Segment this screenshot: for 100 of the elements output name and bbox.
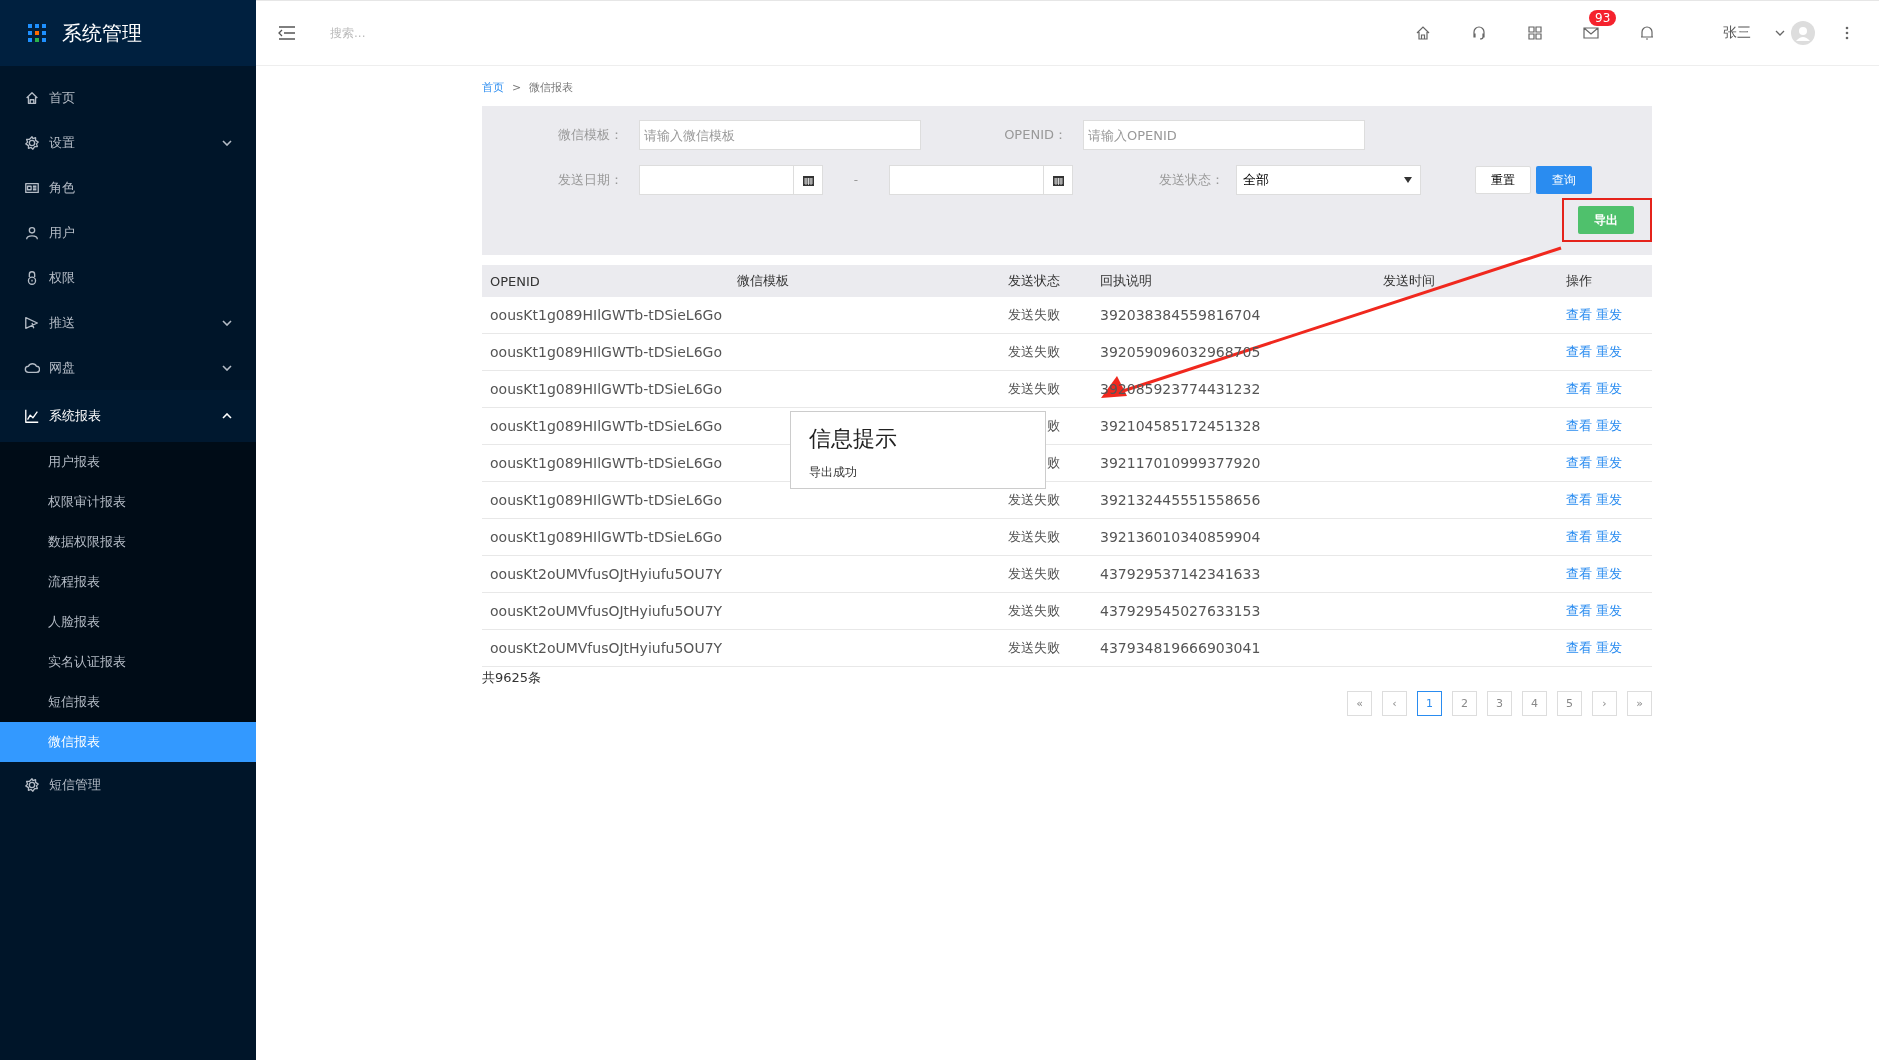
submenu-item[interactable]: 用户报表 xyxy=(0,442,256,482)
grid-icon[interactable] xyxy=(1527,25,1543,41)
table-cell-text: 败 xyxy=(1046,417,1060,435)
menu-item[interactable]: 权限 xyxy=(0,255,256,300)
submenu-item[interactable]: 权限审计报表 xyxy=(0,482,256,522)
calendar-icon[interactable] xyxy=(802,174,814,186)
more-icon[interactable] xyxy=(1845,26,1849,40)
caret-icon[interactable] xyxy=(1775,30,1785,36)
dialog-title: 信息提示 xyxy=(809,425,898,453)
action-link[interactable]: 重发 xyxy=(1596,306,1622,324)
column-header: 微信模板 xyxy=(736,272,790,290)
status-select[interactable]: 全部 xyxy=(1236,165,1421,195)
bell-icon[interactable] xyxy=(1639,24,1655,42)
app-title: 系统管理 xyxy=(62,19,142,47)
column-header: OPENID xyxy=(489,273,541,289)
template-field[interactable]: 请输入微信模板 xyxy=(639,120,921,150)
dropdown-arrow-icon xyxy=(1404,177,1412,183)
table-cell: 392132445551558656 xyxy=(1100,492,1261,508)
table-cell: oousKt1g089HIlGWTb-tDSieL6Go xyxy=(490,307,722,323)
user-name[interactable]: 张三 xyxy=(1723,24,1751,42)
table-cell: 437929545027633153 xyxy=(1100,603,1261,619)
table-cell: oousKt2oUMVfusOJtHyiufu5OU7Y xyxy=(490,566,723,582)
openid-field[interactable]: 请输入OPENID xyxy=(1083,120,1365,150)
action-link[interactable]: 重发 xyxy=(1596,565,1622,583)
chevron-icon xyxy=(222,319,232,326)
page-button[interactable]: › xyxy=(1592,691,1617,716)
action-link[interactable]: 重发 xyxy=(1596,454,1622,472)
menu-item[interactable]: 首页 xyxy=(0,75,256,120)
page-button[interactable]: 2 xyxy=(1452,691,1477,716)
field-label: 微信模板： xyxy=(557,126,624,144)
menu-item[interactable]: 角色 xyxy=(0,165,256,210)
menu-item[interactable]: 用户 xyxy=(0,210,256,255)
action-link[interactable]: 查看 xyxy=(1566,565,1592,583)
column-header: 发送状态 xyxy=(1007,272,1061,290)
submenu-item[interactable]: 实名认证报表 xyxy=(0,642,256,682)
table-cell: 发送失败 xyxy=(1008,380,1060,398)
menu-item[interactable]: 短信管理 xyxy=(0,762,256,807)
action-link[interactable]: 查看 xyxy=(1566,417,1592,435)
submenu-item[interactable]: 短信报表 xyxy=(0,682,256,722)
menu-item[interactable]: 推送 xyxy=(0,300,256,345)
table-cell: 发送失败 xyxy=(1008,306,1060,324)
action-link[interactable]: 重发 xyxy=(1596,602,1622,620)
menu-item[interactable]: 系统报表 xyxy=(0,390,256,442)
action-link[interactable]: 查看 xyxy=(1566,491,1592,509)
action-link[interactable]: 查看 xyxy=(1566,306,1592,324)
mail-icon[interactable] xyxy=(1583,26,1599,40)
action-link[interactable]: 查看 xyxy=(1566,528,1592,546)
page-button[interactable]: » xyxy=(1627,691,1652,716)
headset-icon[interactable] xyxy=(1471,25,1487,41)
reset-button[interactable]: 重置 xyxy=(1475,166,1531,194)
export-button[interactable]: 导出 xyxy=(1578,206,1634,234)
menu-icon[interactable] xyxy=(278,26,296,40)
chevron-icon xyxy=(222,413,232,419)
calendar-icon[interactable] xyxy=(1052,174,1064,186)
page-button[interactable]: 4 xyxy=(1522,691,1547,716)
date-field[interactable] xyxy=(889,165,1073,195)
action-link[interactable]: 查看 xyxy=(1566,343,1592,361)
notification-badge: 93 xyxy=(1589,10,1617,26)
menu-icon xyxy=(24,314,40,331)
table-cell: 发送失败 xyxy=(1008,528,1060,546)
page-button[interactable]: ‹ xyxy=(1382,691,1407,716)
submenu-item[interactable]: 人脸报表 xyxy=(0,602,256,642)
column-header: 发送时间 xyxy=(1382,272,1436,290)
table-cell: 发送失败 xyxy=(1008,491,1060,509)
table-cell: oousKt1g089HIlGWTb-tDSieL6Go xyxy=(490,455,722,471)
breadcrumb-link[interactable]: 首页 xyxy=(482,79,504,95)
menu-item[interactable]: 网盘 xyxy=(0,345,256,390)
table-cell: oousKt1g089HIlGWTb-tDSieL6Go xyxy=(490,344,722,360)
action-link[interactable]: 查看 xyxy=(1566,639,1592,657)
action-link[interactable]: 重发 xyxy=(1596,528,1622,546)
action-link[interactable]: 重发 xyxy=(1596,343,1622,361)
home-icon[interactable] xyxy=(1415,25,1431,41)
action-link[interactable]: 查看 xyxy=(1566,602,1592,620)
query-button[interactable]: 查询 xyxy=(1536,166,1592,194)
table-cell: 发送失败 xyxy=(1008,565,1060,583)
action-link[interactable]: 重发 xyxy=(1596,417,1622,435)
column-header: 操作 xyxy=(1565,272,1593,290)
page-button[interactable]: 5 xyxy=(1557,691,1582,716)
page-button[interactable]: « xyxy=(1347,691,1372,716)
table-cell: 392104585172451328 xyxy=(1100,418,1261,434)
menu-icon xyxy=(24,224,40,241)
menu-item[interactable]: 设置 xyxy=(0,120,256,165)
table-cell: oousKt1g089HIlGWTb-tDSieL6Go xyxy=(490,381,722,397)
page-button[interactable]: 3 xyxy=(1487,691,1512,716)
page-button[interactable]: 1 xyxy=(1417,691,1442,716)
action-link[interactable]: 重发 xyxy=(1596,380,1622,398)
table-cell: oousKt2oUMVfusOJtHyiufu5OU7Y xyxy=(490,640,723,656)
submenu-item[interactable]: 流程报表 xyxy=(0,562,256,602)
chevron-icon xyxy=(222,139,232,146)
table-cell: oousKt1g089HIlGWTb-tDSieL6Go xyxy=(490,418,722,434)
breadcrumb-current: 微信报表 xyxy=(529,79,574,95)
date-field[interactable] xyxy=(639,165,823,195)
submenu-item[interactable]: 数据权限报表 xyxy=(0,522,256,562)
table-cell: oousKt1g089HIlGWTb-tDSieL6Go xyxy=(490,492,722,508)
action-link[interactable]: 查看 xyxy=(1566,380,1592,398)
table-cell-text: 败 xyxy=(1046,454,1060,472)
action-link[interactable]: 重发 xyxy=(1596,639,1622,657)
action-link[interactable]: 重发 xyxy=(1596,491,1622,509)
submenu-item[interactable]: 微信报表 xyxy=(0,722,256,762)
action-link[interactable]: 查看 xyxy=(1566,454,1592,472)
